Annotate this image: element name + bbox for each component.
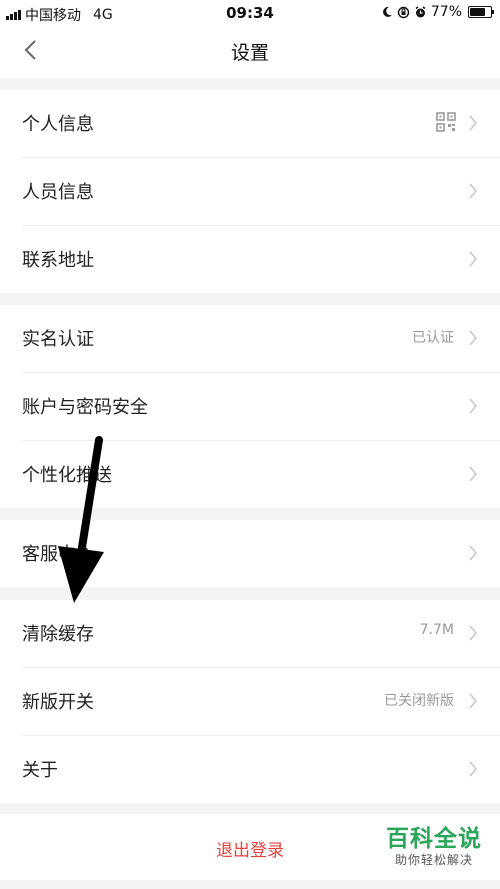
row-label: 关于: [22, 760, 58, 781]
row-label: 账户与密码安全: [22, 397, 148, 418]
chevron-right-icon: [469, 251, 478, 267]
chevron-right-icon: [469, 545, 478, 561]
chevron-right-icon: [469, 183, 478, 199]
chevron-right-icon: [469, 761, 478, 777]
moon-icon: [382, 6, 392, 17]
row-personalized-push[interactable]: 个性化推送: [22, 441, 500, 508]
chevron-right-icon: [469, 693, 478, 709]
row-label: 实名认证: [22, 329, 94, 350]
row-clear-cache[interactable]: 清除缓存 7.7M: [22, 600, 500, 668]
row-label: 新版开关: [22, 692, 94, 713]
qr-code-icon: [436, 112, 456, 132]
settings-group-service: 客服中心: [0, 520, 500, 587]
row-contact-address[interactable]: 联系地址: [22, 226, 500, 293]
row-real-name-auth[interactable]: 实名认证 已认证: [22, 305, 500, 373]
settings-group-account: 个人信息 人员信息 联系地址: [0, 90, 500, 293]
row-account-password-security[interactable]: 账户与密码安全: [22, 373, 500, 441]
alarm-icon: [415, 5, 426, 17]
row-value: 已关闭新版: [384, 693, 454, 709]
row-value: 7.7M: [419, 622, 454, 638]
row-label: 人员信息: [22, 182, 94, 203]
row-about[interactable]: 关于: [22, 736, 500, 803]
chevron-right-icon: [469, 398, 478, 414]
watermark-subtitle: 助你轻松解决: [394, 853, 473, 867]
row-staff-info[interactable]: 人员信息: [22, 158, 500, 226]
row-label: 客服中心: [22, 544, 94, 565]
watermark-title: 百科全说: [386, 826, 482, 852]
row-label: 清除缓存: [22, 624, 94, 645]
chevron-right-icon: [469, 330, 478, 346]
row-value: 已认证: [412, 330, 454, 346]
settings-group-app: 清除缓存 7.7M 新版开关 已关闭新版 关于: [0, 600, 500, 803]
row-personal-info[interactable]: 个人信息: [22, 90, 500, 158]
status-bar: 中国移动 4G 09:34 77%: [0, 0, 500, 26]
battery-icon: [468, 6, 494, 18]
row-label: 联系地址: [22, 250, 94, 271]
nav-bar: 设置: [0, 26, 500, 78]
row-new-version-toggle[interactable]: 新版开关 已关闭新版: [22, 668, 500, 736]
battery-percent: 77%: [430, 4, 462, 20]
chevron-right-icon: [469, 625, 478, 641]
page-title: 设置: [230, 42, 269, 64]
row-label: 个性化推送: [22, 465, 112, 486]
rotation-lock-icon: [397, 6, 410, 18]
row-customer-service[interactable]: 客服中心: [22, 520, 500, 587]
settings-group-security: 实名认证 已认证 账户与密码安全 个性化推送: [0, 305, 500, 508]
watermark-logo: 百科全说 助你轻松解决: [374, 826, 494, 868]
row-label: 个人信息: [22, 114, 94, 135]
chevron-right-icon: [469, 115, 478, 131]
chevron-right-icon: [469, 466, 478, 482]
